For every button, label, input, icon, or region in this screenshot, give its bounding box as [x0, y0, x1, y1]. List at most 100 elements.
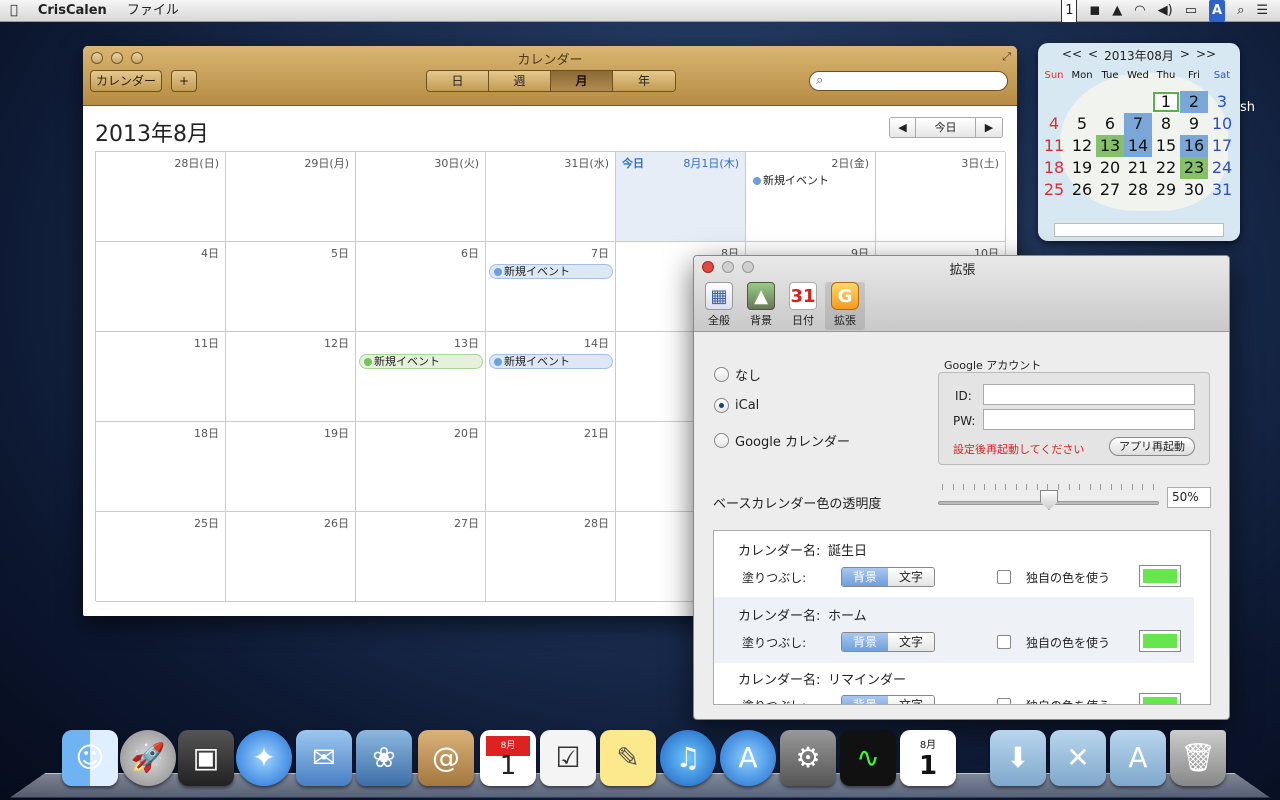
add-event-button[interactable]: + [171, 70, 197, 92]
event-item[interactable]: 新規イベント [489, 354, 613, 369]
day-cell[interactable]: 21日 [486, 422, 616, 512]
day-cell[interactable]: 11日 [96, 332, 226, 422]
day-cell[interactable]: 14日 新規イベント [486, 332, 616, 422]
day-cell[interactable]: 26日 [226, 512, 356, 602]
radio-button[interactable] [714, 398, 729, 413]
tab-general[interactable]: ▦ 全般 [699, 282, 739, 330]
finder-icon[interactable]: ☺ [62, 730, 118, 786]
hat-icon[interactable]: ▲ [1112, 0, 1122, 22]
today-button[interactable]: 今日 [916, 118, 976, 137]
tab-month[interactable]: 月 [551, 71, 613, 91]
day-cell[interactable]: 5日 [226, 242, 356, 332]
widget-next-button[interactable]: > [1180, 47, 1190, 64]
tab-extension[interactable]: G 拡張 [825, 282, 865, 330]
volume-icon[interactable]: ◀) [1158, 0, 1173, 22]
ical-icon[interactable]: 8月 1 [480, 730, 536, 786]
prev-month-button[interactable]: ◀ [890, 118, 916, 137]
apple-menu-icon[interactable]:  [0, 0, 28, 22]
day-cell[interactable]: 29日(月) [226, 152, 356, 242]
widget-last-button[interactable]: >> [1196, 47, 1216, 64]
criscalen-icon[interactable]: 8月 1 [900, 730, 956, 786]
mail-icon[interactable]: ✉ [296, 730, 352, 786]
fill-text-button[interactable]: 文字 [888, 696, 934, 704]
opacity-value-field[interactable]: 50% [1167, 487, 1211, 508]
input-indicator[interactable]: 1 [1061, 0, 1078, 23]
widget-prev-button[interactable]: < [1088, 47, 1098, 64]
day-cell[interactable]: 2日(金) 新規イベント [746, 152, 876, 242]
password-field[interactable] [983, 409, 1195, 430]
next-month-button[interactable]: ▶ [976, 118, 1002, 137]
day-cell[interactable]: 4日 [96, 242, 226, 332]
notification-center-icon[interactable]: ☰ [1256, 0, 1268, 22]
radio-none[interactable]: なし [714, 365, 761, 384]
own-color-checkbox[interactable] [997, 698, 1011, 704]
radio-ical[interactable]: iCal [714, 398, 759, 413]
search-input[interactable]: ⌕ [809, 71, 1008, 91]
color-well[interactable] [1139, 630, 1181, 652]
color-well[interactable] [1139, 693, 1181, 704]
calendar-widget[interactable]: << < 2013年08月 > >> Sun Mon Tue Wed Thu F… [1038, 43, 1240, 241]
launchpad-icon[interactable]: 🚀 [120, 730, 176, 786]
event-item[interactable]: 新規イベント [359, 354, 483, 369]
day-cell[interactable]: 13日 新規イベント [356, 332, 486, 422]
activity-monitor-icon[interactable]: ∿ [840, 730, 896, 786]
radio-google[interactable]: Google カレンダー [714, 431, 850, 450]
event-item[interactable]: 新規イベント [489, 264, 613, 279]
day-cell[interactable]: 28日(日) [96, 152, 226, 242]
tab-date[interactable]: 31 日付 [783, 282, 823, 330]
itunes-icon[interactable]: ♫ [660, 730, 716, 786]
fill-background-button[interactable]: 背景 [842, 696, 888, 704]
tab-day[interactable]: 日 [427, 71, 489, 91]
utilities-folder-icon[interactable]: ✕ [1050, 730, 1106, 786]
day-cell[interactable]: 20日 [356, 422, 486, 512]
restart-app-button[interactable]: アプリ再起動 [1109, 437, 1195, 456]
system-preferences-icon[interactable]: ⚙ [780, 730, 836, 786]
day-cell[interactable]: 31日(水) [486, 152, 616, 242]
camera-icon[interactable]: ◼ [1089, 0, 1100, 22]
spotlight-icon[interactable]: ⌕ [1237, 0, 1244, 22]
applications-folder-icon[interactable]: A [1110, 730, 1166, 786]
day-cell[interactable]: 18日 [96, 422, 226, 512]
wifi-icon[interactable]: ◠ [1134, 0, 1145, 22]
radio-button[interactable] [714, 433, 729, 448]
input-method-icon[interactable]: A [1209, 0, 1226, 22]
day-cell[interactable]: 12日 [226, 332, 356, 422]
fill-text-button[interactable]: 文字 [888, 633, 934, 651]
tab-background[interactable]: ▲ 背景 [741, 282, 781, 330]
opacity-slider-knob[interactable] [1040, 490, 1058, 510]
iphoto-icon[interactable]: ❀ [356, 730, 412, 786]
fill-background-button[interactable]: 背景 [842, 633, 888, 651]
reminders-icon[interactable]: ☑ [540, 730, 596, 786]
tab-year[interactable]: 年 [613, 71, 675, 91]
own-color-checkbox[interactable] [997, 635, 1011, 649]
fill-background-button[interactable]: 背景 [842, 568, 888, 586]
today-cell[interactable]: 今日 8月1日(木) [616, 152, 746, 242]
day-cell[interactable]: 3日(土) [876, 152, 1006, 242]
fullscreen-icon[interactable]: ⤢ [1002, 50, 1011, 64]
id-field[interactable] [983, 384, 1195, 405]
file-menu[interactable]: ファイル [117, 0, 189, 22]
appstore-icon[interactable]: A [720, 730, 776, 786]
safari-icon[interactable]: ✦ [236, 730, 292, 786]
fill-text-button[interactable]: 文字 [888, 568, 934, 586]
photobooth-icon[interactable]: ▣ [178, 730, 234, 786]
event-item[interactable]: 新規イベント [749, 174, 873, 189]
battery-icon[interactable]: ▭ [1185, 0, 1197, 22]
downloads-folder-icon[interactable]: ⬇ [990, 730, 1046, 786]
day-cell[interactable]: 7日 新規イベント [486, 242, 616, 332]
day-cell[interactable]: 19日 [226, 422, 356, 512]
radio-button[interactable] [714, 367, 729, 382]
day-cell[interactable]: 25日 [96, 512, 226, 602]
tab-week[interactable]: 週 [489, 71, 551, 91]
addressbook-icon[interactable]: @ [418, 730, 474, 786]
day-cell[interactable]: 6日 [356, 242, 486, 332]
widget-first-button[interactable]: << [1062, 47, 1082, 64]
stickies-icon[interactable]: ✎ [600, 730, 656, 786]
app-menu[interactable]: CrisCalen [28, 0, 117, 22]
trash-icon[interactable]: 🗑 [1170, 730, 1226, 786]
day-cell[interactable]: 28日 [486, 512, 616, 602]
day-cell[interactable]: 30日(火) [356, 152, 486, 242]
own-color-checkbox[interactable] [997, 570, 1011, 584]
color-well[interactable] [1139, 565, 1181, 587]
calendars-button[interactable]: カレンダー [90, 70, 162, 92]
